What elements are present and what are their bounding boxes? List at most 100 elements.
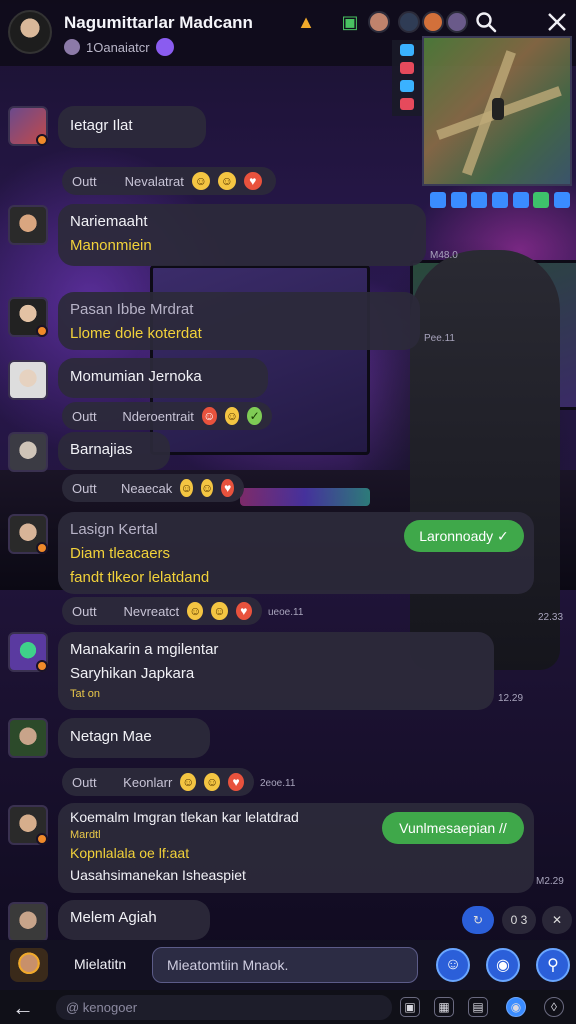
reaction-row[interactable]: Outt Nderoentrait ☺ ☺ ✓: [62, 402, 272, 430]
timestamp: ueoe.11: [268, 607, 304, 618]
message-bubble[interactable]: Melem Agiah: [58, 900, 210, 940]
game-side-toolbar[interactable]: [392, 40, 422, 116]
skill-icon[interactable]: [533, 192, 550, 208]
gallery-icon[interactable]: ▤: [468, 997, 488, 1017]
screenshot-icon[interactable]: ▣: [400, 997, 420, 1017]
message-text: Manakarin a mgilentar: [70, 641, 219, 658]
message-bubble[interactable]: Barnajias: [58, 432, 170, 470]
reaction-row[interactable]: Outt Nevreatct ☺ ☺ ♥: [62, 597, 262, 625]
emoji-icon[interactable]: ☺: [204, 773, 221, 791]
message-text: Nariemaaht: [70, 213, 148, 230]
keyboard: [240, 488, 370, 506]
chat-title[interactable]: Nagumittarlar Madcann: [64, 13, 253, 33]
role-badge: [36, 134, 48, 146]
status-pill[interactable]: Laronnoady ✓: [404, 520, 524, 552]
message-bubble[interactable]: Pasan Ibbe Mrdrat Llome dole koterdat: [58, 292, 420, 350]
group-avatar[interactable]: [8, 10, 52, 54]
user-avatar[interactable]: [8, 902, 48, 942]
my-avatar[interactable]: [10, 948, 48, 982]
user-avatar[interactable]: [8, 718, 48, 758]
sticker-button[interactable]: ◉: [486, 948, 520, 982]
user-avatar[interactable]: [8, 432, 48, 472]
reaction-label: Outt: [72, 408, 97, 424]
tool-icon[interactable]: [400, 62, 414, 74]
reaction-label: Outt: [72, 603, 97, 619]
reaction-text: Neaecak: [120, 480, 173, 496]
message-bubble[interactable]: Ietagr Ilat: [58, 106, 206, 148]
app-icon[interactable]: ◉: [506, 997, 526, 1017]
message-bubble[interactable]: Nariemaaht Manonmiein: [58, 204, 426, 266]
unread-counter[interactable]: 0 3: [502, 906, 536, 934]
search-icon[interactable]: [474, 10, 498, 34]
emoji-icon[interactable]: ☺: [187, 602, 204, 620]
reaction-row[interactable]: Outt Keonlarr ☺ ☺ ♥: [62, 768, 254, 796]
member-avatar[interactable]: [422, 11, 444, 33]
flame-icon[interactable]: ▲: [296, 12, 316, 32]
emoji-icon[interactable]: ♥: [243, 172, 262, 190]
chat-icon[interactable]: ▣: [340, 12, 360, 32]
send-button[interactable]: ⚲: [536, 948, 570, 982]
skill-icon[interactable]: [471, 192, 488, 208]
url-bar[interactable]: @ kenogoer: [56, 995, 392, 1020]
timestamp: 2eoe.11: [260, 778, 296, 789]
reaction-text: Nevalatrat: [124, 173, 184, 189]
role-badge: [36, 833, 48, 845]
game-stream-preview[interactable]: [422, 36, 572, 186]
member-avatar[interactable]: [446, 11, 468, 33]
timestamp: Pee.11: [424, 333, 455, 344]
message-text: Tat on: [70, 688, 100, 700]
emoji-icon[interactable]: ♥: [228, 773, 244, 791]
emoji-icon[interactable]: ☺: [180, 773, 197, 791]
emoji-icon[interactable]: ☺: [217, 172, 236, 190]
message-bubble[interactable]: Manakarin a mgilentar Saryhikan Japkara …: [58, 632, 494, 710]
scroll-button[interactable]: ↻: [462, 906, 494, 934]
close-icon[interactable]: [544, 9, 570, 35]
member-avatar[interactable]: [398, 11, 420, 33]
user-avatar[interactable]: [8, 205, 48, 245]
emoji-icon[interactable]: ☺: [191, 172, 210, 190]
person-silhouette: [410, 250, 560, 670]
timestamp: M2.29: [536, 876, 564, 887]
emoji-icon[interactable]: ☺: [211, 602, 228, 620]
skill-icon[interactable]: [430, 192, 446, 208]
member-avatar[interactable]: [368, 11, 390, 33]
emoji-icon[interactable]: ☺: [224, 407, 240, 425]
emoji-icon[interactable]: ✓: [247, 407, 262, 425]
tool-icon[interactable]: [400, 80, 414, 92]
game-hero: [492, 98, 504, 120]
close-icon[interactable]: ✕: [542, 906, 572, 934]
emoji-icon[interactable]: ☺: [180, 479, 193, 497]
timestamp: M48.0: [430, 250, 458, 261]
emoji-icon[interactable]: ♥: [221, 479, 235, 497]
role-badge: [36, 542, 48, 554]
timestamp: 22.33: [538, 612, 564, 623]
message-input[interactable]: [152, 947, 418, 983]
tool-icon[interactable]: [400, 98, 414, 110]
skill-icon[interactable]: [553, 192, 570, 208]
status-pill[interactable]: Vunlmesaepian //: [382, 812, 524, 844]
reaction-text: Nevreatct: [123, 603, 180, 619]
emoji-button[interactable]: ☺: [436, 948, 470, 982]
browser-navbar: ← @ kenogoer ▣ ▦ ▤ ◉ ◊: [0, 990, 576, 1024]
emoji-icon[interactable]: ☺: [200, 479, 214, 497]
skill-icon[interactable]: [491, 192, 508, 208]
emoji-icon[interactable]: ♥: [235, 602, 252, 620]
reaction-row[interactable]: Outt Nevalatrat ☺ ☺ ♥: [62, 167, 276, 195]
subtitle-row: 1Oanaiatcr: [64, 38, 174, 56]
message-text: Llome dole koterdat: [70, 325, 202, 342]
skill-icon[interactable]: [450, 192, 467, 208]
message-text: Barnajias: [70, 441, 133, 458]
chat-subtitle: 1Oanaiatcr: [86, 39, 150, 55]
back-arrow-icon[interactable]: ←: [12, 995, 34, 1021]
game-toolbar[interactable]: [426, 188, 574, 212]
chart-icon[interactable]: ▦: [434, 997, 454, 1017]
skill-icon[interactable]: [512, 192, 529, 208]
message-bubble[interactable]: Netagn Mae: [58, 718, 210, 758]
settings-icon[interactable]: ◊: [544, 997, 564, 1017]
message-text: Saryhikan Japkara: [70, 665, 195, 682]
message-bubble[interactable]: Momumian Jernoka: [58, 358, 268, 398]
emoji-icon[interactable]: ☺: [201, 407, 217, 425]
tool-icon[interactable]: [400, 44, 414, 56]
reaction-row[interactable]: Outt Neaecak ☺ ☺ ♥: [62, 474, 244, 502]
user-avatar[interactable]: [8, 360, 48, 400]
